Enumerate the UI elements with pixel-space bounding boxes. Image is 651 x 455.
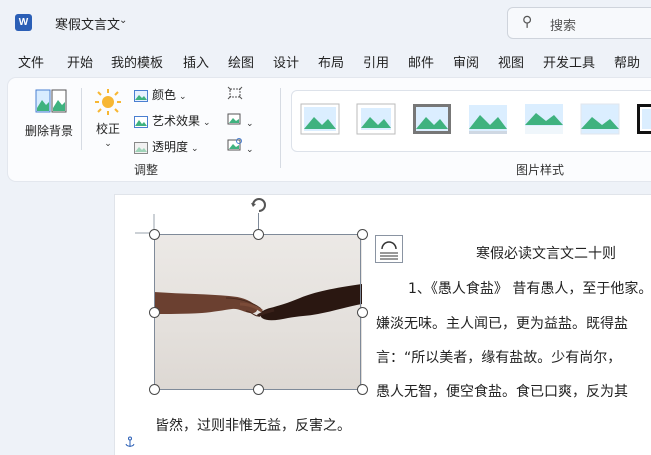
corrections-button[interactable]: 校正 ⌄ (94, 88, 122, 149)
tab-my-templates[interactable]: 我的模板 (111, 52, 163, 71)
chevron-down-icon: ⌄ (203, 118, 211, 128)
picture-style-thumbnail[interactable] (468, 103, 508, 135)
picture-style-thumbnail[interactable] (356, 103, 396, 135)
tab-home[interactable]: 开始 (67, 52, 93, 71)
artistic-effects-button[interactable]: 艺术效果 ⌄ (134, 112, 211, 129)
chevron-down-icon: ⌄ (191, 144, 199, 154)
anchor-icon[interactable] (124, 436, 136, 448)
paragraph-line: 言：“所以美者，缘有盐故。少有尚尔， (376, 350, 622, 366)
chevron-down-icon[interactable]: ⌄ (119, 15, 127, 26)
picture-color-icon (134, 89, 148, 102)
resize-handle[interactable] (253, 229, 264, 240)
reset-picture-button[interactable]: ⌄ (227, 138, 254, 155)
remove-background-label: 删除背景 (25, 124, 74, 138)
tab-draw[interactable]: 绘图 (228, 52, 254, 71)
remove-background-button[interactable]: 删除背景 (25, 86, 73, 139)
transparency-button[interactable]: 透明度 ⌄ (134, 138, 199, 155)
color-label: 颜色 (152, 88, 177, 102)
resize-handle[interactable] (357, 229, 368, 240)
picture-style-thumbnail[interactable] (580, 103, 620, 135)
tab-mailings[interactable]: 邮件 (408, 52, 434, 71)
picture-style-thumbnail[interactable] (524, 103, 564, 135)
paragraph-line: 1、《愚人食盐》 昔有愚人，至于他家。 (408, 281, 651, 297)
rotate-handle-icon[interactable] (248, 193, 270, 215)
resize-handle[interactable] (253, 384, 264, 395)
compress-icon (227, 86, 243, 100)
picture-style-thumbnail[interactable] (300, 103, 340, 135)
tab-insert[interactable]: 插入 (183, 52, 209, 71)
transparency-icon (134, 141, 148, 154)
tab-layout[interactable]: 布局 (318, 52, 344, 71)
chevron-down-icon: ⌄ (246, 145, 254, 155)
tab-design[interactable]: 设计 (273, 52, 299, 71)
divider (280, 88, 281, 168)
title-bar: W 寒假文言文 ⌄ ⚲ 搜索 (0, 0, 651, 46)
group-label-adjust: 调整 (134, 163, 159, 177)
sun-icon (95, 89, 121, 115)
resize-handle[interactable] (357, 307, 368, 318)
search-icon: ⚲ (522, 14, 533, 30)
remove-background-icon (35, 89, 67, 113)
tab-file[interactable]: 文件 (18, 52, 44, 71)
picture-style-thumbnail[interactable] (636, 103, 651, 135)
tab-help[interactable]: 帮助 (614, 52, 640, 71)
document-title[interactable]: 寒假文言文 (55, 14, 120, 33)
artistic-effects-label: 艺术效果 (152, 114, 201, 128)
compress-pictures-button[interactable] (227, 86, 243, 103)
paragraph-line: 皆然，过则非惟无益，反害之。 (155, 418, 351, 434)
tab-view[interactable]: 视图 (498, 52, 524, 71)
tab-developer[interactable]: 开发工具 (543, 52, 595, 71)
change-picture-button[interactable]: ⌄ (227, 112, 254, 129)
ribbon-tabs: 文件 开始 我的模板 插入 绘图 设计 布局 引用 邮件 审阅 视图 开发工具 … (0, 52, 651, 74)
chevron-down-icon: ⌄ (104, 139, 112, 149)
picture-style-thumbnail[interactable] (412, 103, 452, 135)
corrections-label: 校正 (95, 122, 120, 136)
artistic-effects-icon (134, 115, 148, 128)
reset-picture-icon (227, 138, 242, 151)
paragraph-line: 嫌淡无味。主人闻已，更为益盐。既得盐 (376, 316, 628, 332)
selection-frame (154, 234, 361, 390)
tab-review[interactable]: 审阅 (453, 52, 479, 71)
document-heading: 寒假必读文言文二十则 (476, 246, 616, 262)
chevron-down-icon: ⌄ (246, 119, 254, 129)
search-input[interactable]: 搜索 (550, 15, 576, 34)
tab-references[interactable]: 引用 (363, 52, 389, 71)
resize-handle[interactable] (149, 229, 160, 240)
color-button[interactable]: 颜色 ⌄ (134, 86, 187, 103)
resize-handle[interactable] (149, 384, 160, 395)
transparency-label: 透明度 (152, 140, 189, 154)
layout-options-icon[interactable] (375, 235, 403, 263)
ribbon-panel: 删除背景 校正 ⌄ 颜色 ⌄ 艺术效果 ⌄ 透明度 ⌄ ⌄ ⌄ 调整 图片样式 (8, 78, 651, 181)
word-app-icon[interactable]: W (15, 14, 32, 31)
resize-handle[interactable] (149, 307, 160, 318)
search-box[interactable]: ⚲ 搜索 (507, 7, 651, 39)
paragraph-line: 愚人无智，便空食盐。食已口爽，反为其 (376, 384, 628, 400)
group-label-picture-styles: 图片样式 (516, 163, 565, 177)
chevron-down-icon: ⌄ (179, 92, 187, 102)
picture-styles-gallery (291, 90, 651, 152)
resize-handle[interactable] (357, 384, 368, 395)
divider (81, 88, 82, 150)
change-picture-icon (227, 113, 241, 125)
